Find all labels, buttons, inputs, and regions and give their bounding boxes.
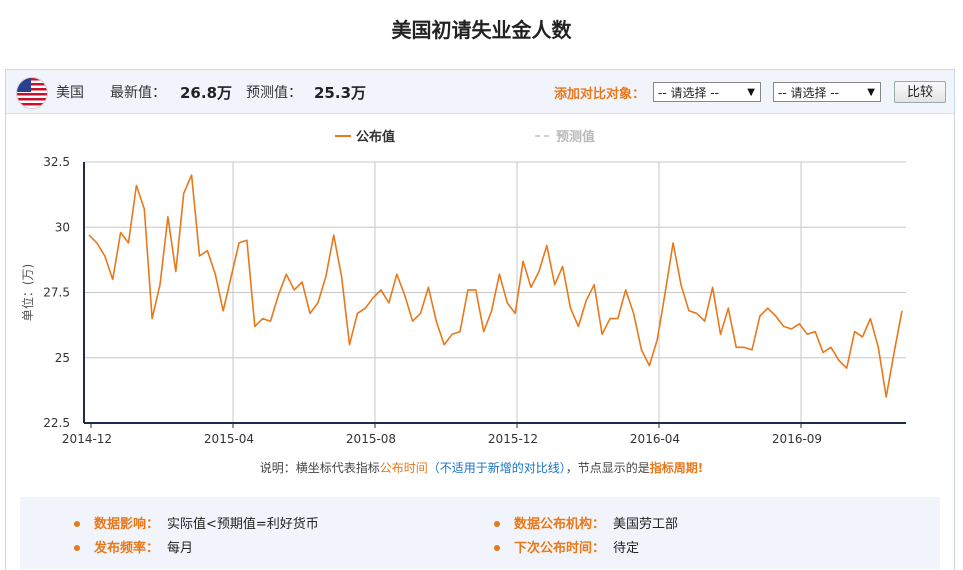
legend-label-forecast: 预测值	[556, 129, 595, 145]
note-text: ，节点显示的是	[565, 461, 650, 475]
note-link: （不适用于新增的对比线）	[427, 461, 566, 475]
info-impact: 数据影响： 实际值<预期值=利好货币	[74, 513, 319, 532]
info-impact-value: 实际值<预期值=利好货币	[167, 517, 319, 532]
info-agency-label: 数据公布机构：	[514, 517, 606, 532]
note-mark: !	[697, 461, 704, 475]
note-highlight: 指标周期	[649, 461, 698, 475]
y-tick-label: 27.5	[43, 286, 70, 300]
bullet-icon	[74, 520, 80, 527]
x-tick-label: 2014-12	[62, 432, 112, 446]
x-tick-label: 2016-09	[772, 432, 822, 446]
y-tick-label: 32.5	[43, 155, 70, 169]
x-tick-label: 2015-08	[346, 432, 396, 446]
x-tick-label: 2016-04	[630, 432, 680, 446]
info-frequency-value: 每月	[167, 541, 194, 556]
y-tick-label: 22.5	[43, 416, 70, 430]
note-text: 说明：横坐标代表指标	[259, 461, 380, 475]
info-next-release: 下次公布时间： 待定	[494, 537, 639, 556]
line-chart: 22.5 25 27.5 30 32.5 2014-12 2015-04 2015-08 201…	[20, 129, 906, 446]
legend-label-published: 公布值	[356, 129, 395, 145]
info-frequency: 发布频率： 每月	[74, 537, 193, 556]
chart-note: 说明：横坐标代表指标公布时间（不适用于新增的对比线），节点显示的是指标周期!	[0, 459, 963, 476]
info-impact-label: 数据影响：	[94, 517, 160, 532]
info-next-value: 待定	[613, 541, 640, 556]
y-tick-label: 25	[55, 351, 70, 365]
y-tick-label: 30	[55, 220, 70, 234]
series-line-published	[88, 174, 903, 398]
x-tick-label: 2015-04	[204, 432, 254, 446]
note-highlight: 公布时间	[379, 461, 428, 475]
bullet-icon	[494, 520, 500, 527]
info-next-label: 下次公布时间：	[514, 541, 606, 556]
bullet-icon	[494, 544, 500, 551]
x-tick-label: 2015-12	[488, 432, 538, 446]
info-agency: 数据公布机构： 美国劳工部	[494, 513, 678, 532]
bullet-icon	[74, 544, 80, 551]
info-agency-value: 美国劳工部	[613, 517, 679, 532]
info-box: 数据影响： 实际值<预期值=利好货币 数据公布机构： 美国劳工部 发布频率： 每月 下…	[20, 497, 940, 569]
info-frequency-label: 发布频率：	[94, 541, 160, 556]
y-axis-label: 单位：(万)	[20, 264, 35, 321]
